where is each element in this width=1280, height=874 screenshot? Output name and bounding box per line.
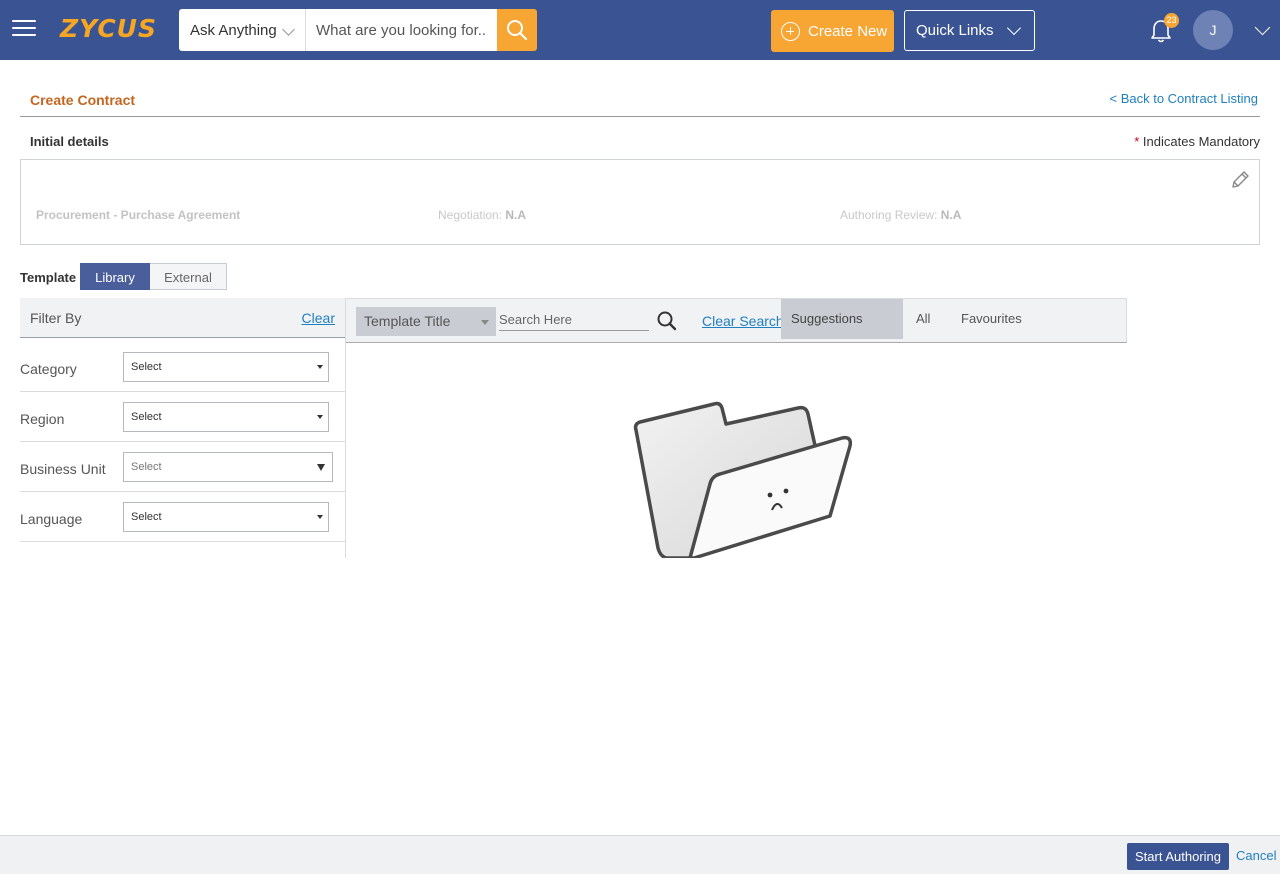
negotiation-label: Negotiation:: [438, 208, 503, 222]
region-select-value: Select: [131, 411, 162, 423]
template-search-toolbar: Template Title Clear Search Suggestions …: [346, 298, 1127, 343]
empty-folder-icon: [633, 401, 853, 558]
language-select[interactable]: Select: [123, 502, 329, 532]
dropdown-arrow-icon: [317, 515, 323, 519]
page-title: Create Contract: [30, 92, 136, 108]
clear-search-link[interactable]: Clear Search: [702, 313, 784, 329]
filter-row-language: Language Select: [20, 492, 346, 542]
notification-count-badge: 23: [1164, 13, 1179, 28]
search-button[interactable]: [497, 9, 537, 51]
segment-all[interactable]: All: [916, 299, 930, 339]
dropdown-arrow-icon: [317, 365, 323, 369]
category-label: Category: [20, 361, 77, 377]
filter-row-business-unit: Business Unit Select: [20, 442, 346, 492]
mandatory-note: * Indicates Mandatory: [1134, 134, 1260, 149]
chevron-down-icon: [1006, 20, 1022, 36]
quick-links-label: Quick Links: [916, 22, 994, 39]
section-title: Initial details: [30, 134, 109, 149]
filter-row-region: Region Select: [20, 392, 346, 442]
language-select-value: Select: [131, 511, 162, 523]
clear-filters-link[interactable]: Clear: [302, 310, 335, 326]
authoring-review-field: Authoring Review: N.A: [840, 208, 961, 222]
mandatory-star: *: [1134, 134, 1140, 149]
user-menu-chevron-icon[interactable]: [1254, 19, 1271, 36]
authoring-review-value: N.A: [940, 208, 962, 222]
ask-anything-label: Ask Anything: [190, 22, 277, 39]
title-divider: [20, 116, 1260, 117]
search-field-select[interactable]: Template Title: [356, 307, 496, 336]
template-search-input[interactable]: [499, 309, 649, 331]
search-field-value: Template Title: [364, 313, 451, 329]
footer-bar: Start Authoring Cancel: [0, 835, 1280, 874]
category-select-value: Select: [131, 361, 162, 373]
business-unit-select[interactable]: Select: [123, 452, 333, 482]
plus-circle-icon: [781, 22, 800, 41]
negotiation-value: N.A: [505, 208, 527, 222]
start-authoring-button[interactable]: Start Authoring: [1127, 843, 1229, 870]
negotiation-field: Negotiation: N.A: [438, 208, 526, 222]
create-new-label: Create New: [808, 23, 888, 40]
ask-anything-dropdown[interactable]: Ask Anything: [179, 9, 306, 51]
template-label: Template: [20, 270, 77, 285]
tab-library[interactable]: Library: [80, 263, 150, 290]
top-navigation-bar: ZYCUS Ask Anything Create New Quick Link…: [0, 0, 1280, 60]
business-unit-select-value: Select: [131, 461, 162, 473]
segment-favourites[interactable]: Favourites: [961, 299, 1022, 339]
tab-external[interactable]: External: [150, 263, 227, 290]
chevron-down-icon: [282, 23, 295, 36]
search-icon[interactable]: [656, 310, 678, 332]
search-icon: [507, 20, 528, 41]
contract-type-value: Procurement - Purchase Agreement: [36, 208, 241, 222]
dropdown-arrow-icon: [481, 320, 489, 325]
cancel-link[interactable]: Cancel: [1236, 848, 1276, 863]
filter-row-category: Category Select: [20, 342, 346, 392]
filter-header: Filter By Clear: [20, 298, 346, 338]
edit-pencil-icon[interactable]: [1229, 169, 1251, 191]
language-label: Language: [20, 511, 83, 527]
filter-by-label: Filter By: [30, 310, 82, 326]
dropdown-arrow-icon: [317, 464, 325, 471]
create-new-button[interactable]: Create New: [771, 10, 894, 52]
region-select[interactable]: Select: [123, 402, 329, 432]
category-select[interactable]: Select: [123, 352, 329, 382]
user-avatar[interactable]: J: [1193, 10, 1233, 50]
global-search-input[interactable]: [306, 9, 497, 51]
dropdown-arrow-icon: [317, 415, 323, 419]
authoring-review-label: Authoring Review:: [840, 208, 938, 222]
zycus-logo: ZYCUS: [60, 14, 157, 43]
mandatory-text: Indicates Mandatory: [1142, 134, 1260, 149]
initial-details-card: Procurement - Purchase Agreement Negotia…: [20, 159, 1260, 245]
quick-links-dropdown[interactable]: Quick Links: [904, 10, 1035, 51]
segment-suggestions[interactable]: Suggestions: [781, 299, 903, 339]
business-unit-label: Business Unit: [20, 461, 106, 477]
region-label: Region: [20, 411, 65, 427]
back-to-contract-listing-link[interactable]: < Back to Contract Listing: [1110, 91, 1259, 106]
hamburger-menu-icon[interactable]: [12, 20, 36, 40]
